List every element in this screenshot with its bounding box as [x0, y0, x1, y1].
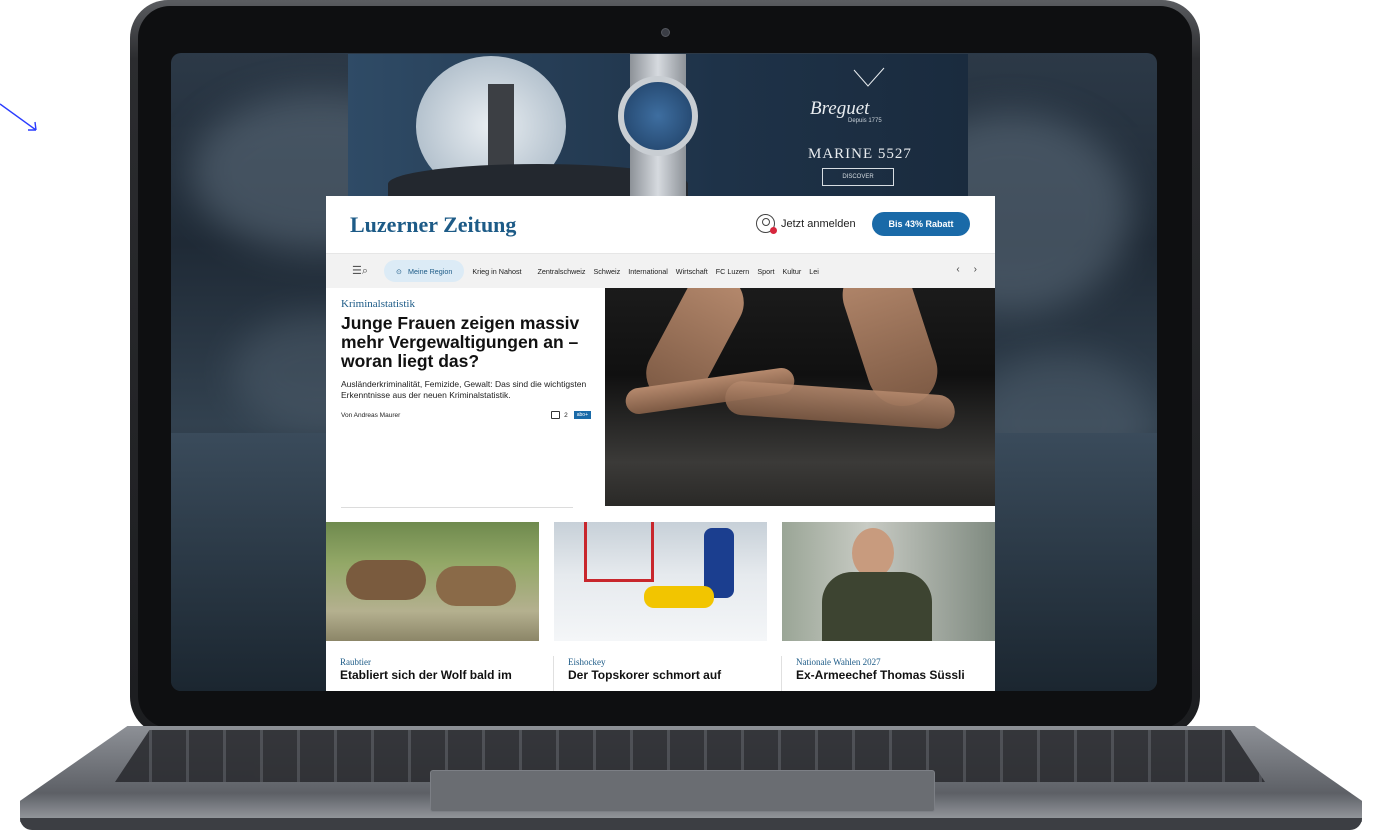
hero-article[interactable]: Kriminalstatistik Junge Frauen zeigen ma…: [326, 288, 995, 508]
nav-item-schweiz[interactable]: Schweiz: [593, 267, 620, 276]
card-image-hockey: [554, 522, 767, 641]
nav-scroll-arrows: ‹ ›: [956, 264, 977, 275]
comment-count: 2: [564, 411, 568, 419]
nav-item-sport[interactable]: Sport: [757, 267, 774, 276]
news-website: Luzerner Zeitung Jetzt anmelden Bis 43% …: [326, 196, 995, 691]
card-title[interactable]: Der Topskorer schmort auf: [568, 668, 767, 682]
ad-brand-logo: Breguet: [810, 98, 870, 119]
nav-item-wirtschaft[interactable]: Wirtschaft: [676, 267, 708, 276]
hero-meta: Von Andreas Maurer 2 abo+: [341, 411, 591, 419]
chevron-right-icon[interactable]: ›: [974, 264, 977, 275]
camera-icon: [661, 28, 670, 37]
nav-item-zentralschweiz[interactable]: Zentralschweiz: [538, 267, 586, 276]
article-card[interactable]: Eishockey Der Topskorer schmort auf: [554, 522, 767, 682]
nav-item-nahost[interactable]: Krieg in Nahost: [472, 267, 521, 276]
ad-discover-button[interactable]: DISCOVER: [822, 168, 894, 186]
location-pin-icon: ⊙: [396, 266, 403, 276]
hero-teaser: Ausländerkriminalität, Femizide, Gewalt:…: [341, 379, 587, 400]
section-divider: [341, 507, 573, 508]
hero-text: Kriminalstatistik Junge Frauen zeigen ma…: [341, 298, 591, 419]
login-label: Jetzt anmelden: [781, 217, 856, 230]
card-separator: [553, 656, 554, 691]
nav-my-region[interactable]: ⊙ Meine Region: [384, 260, 465, 282]
laptop-base-edge: [20, 818, 1362, 830]
card-title[interactable]: Ex-Armeechef Thomas Süssli: [796, 668, 995, 682]
nav-item-kultur[interactable]: Kultur: [783, 267, 802, 276]
card-separator: [781, 656, 782, 691]
card-image-armeechef: [782, 522, 995, 641]
card-kicker: Eishockey: [568, 657, 606, 667]
watch-advertisement[interactable]: Breguet Depuis 1775 MARINE 5527 DISCOVER: [348, 54, 968, 196]
card-title[interactable]: Etabliert sich der Wolf bald im: [340, 668, 539, 682]
site-logo[interactable]: Luzerner Zeitung: [350, 212, 516, 238]
ad-model-name: MARINE 5527: [808, 146, 912, 162]
hero-image[interactable]: [605, 288, 995, 506]
subscribe-button[interactable]: Bis 43% Rabatt: [872, 212, 970, 236]
stage: Breguet Depuis 1775 MARINE 5527 DISCOVER…: [0, 0, 1376, 836]
abo-badge: abo+: [573, 411, 591, 419]
login-link[interactable]: Jetzt anmelden: [756, 214, 856, 234]
nav-item-truncated[interactable]: Lei: [809, 267, 819, 276]
site-header: Luzerner Zeitung Jetzt anmelden Bis 43% …: [326, 196, 995, 254]
ad-watch: [618, 76, 698, 156]
user-icon: [756, 214, 777, 234]
chevron-left-icon[interactable]: ‹: [956, 264, 959, 275]
card-kicker: Nationale Wahlen 2027: [796, 657, 881, 667]
arrow-icon: [0, 103, 37, 131]
menu-search-icon[interactable]: ☰⌕: [352, 264, 382, 278]
hero-kicker: Kriminalstatistik: [341, 298, 415, 310]
card-image-wolves: [326, 522, 539, 641]
hero-author: Von Andreas Maurer: [341, 411, 401, 419]
hero-headline[interactable]: Junge Frauen zeigen massiv mehr Vergewal…: [341, 314, 591, 371]
nav-region-label: Meine Region: [408, 266, 453, 276]
laptop-trackpad: [430, 770, 935, 812]
article-card[interactable]: Nationale Wahlen 2027 Ex-Armeechef Thoma…: [782, 522, 995, 682]
ad-brand-sub: Depuis 1775: [848, 118, 882, 124]
comment-icon[interactable]: [551, 411, 561, 419]
main-navigation: ☰⌕ ⊙ Meine Region Krieg in Nahost Zentra…: [326, 254, 995, 288]
nav-item-fc-luzern[interactable]: FC Luzern: [716, 267, 750, 276]
nav-item-international[interactable]: International: [628, 267, 668, 276]
article-card[interactable]: Raubtier Etabliert sich der Wolf bald im: [326, 522, 539, 682]
card-kicker: Raubtier: [340, 657, 371, 667]
watch-hands-icon: [853, 67, 885, 87]
